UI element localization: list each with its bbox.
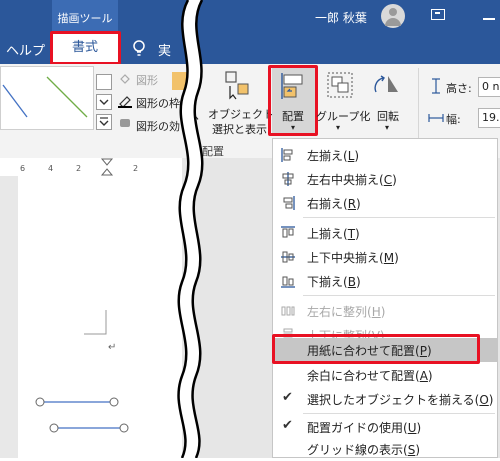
width-input[interactable]: 19. [478, 108, 500, 128]
align-bottom-icon [281, 276, 295, 288]
line-shapes[interactable] [30, 392, 130, 438]
ruler-number: 6 [20, 164, 26, 173]
menu-item-align-top[interactable]: 上揃え(T) [273, 221, 497, 245]
menu-separator [303, 217, 495, 218]
horizontal-ruler[interactable] [0, 158, 182, 177]
height-label: 高さ: [446, 82, 472, 95]
highlight-align-button [268, 65, 318, 136]
align-top-icon [281, 226, 295, 238]
align-right-icon [283, 196, 295, 210]
shape-effects-icon[interactable] [118, 116, 132, 130]
menu-item-align-middle[interactable]: 上下中央揃え(M) [273, 245, 497, 269]
menu-item-align-to-margin[interactable]: 余白に合わせて配置(A) [273, 363, 497, 387]
shape-fill-icon[interactable] [118, 72, 132, 86]
gallery-scroll-down[interactable] [96, 94, 112, 110]
minimize-icon[interactable] [483, 18, 495, 20]
align-middle-icon [281, 251, 295, 263]
menu-separator [303, 413, 495, 414]
menu-item-align-bottom[interactable]: 下揃え(B) [273, 269, 497, 293]
height-input[interactable]: 0 n [478, 77, 500, 97]
ruler-number: 4 [48, 164, 54, 173]
checkmark-icon: ✔ [282, 390, 293, 405]
width-icon [428, 114, 444, 122]
menu-separator [303, 295, 495, 296]
menu-item-align-left[interactable]: 左揃え(L) [273, 143, 497, 167]
paragraph-mark-icon: ↵ [108, 342, 117, 353]
shape-styles-gallery[interactable] [0, 66, 94, 130]
width-label: 幅: [446, 113, 461, 126]
gallery-more[interactable] [96, 114, 112, 130]
align-left-icon [281, 148, 293, 162]
highlight-format-tab [50, 31, 121, 65]
menu-item-distribute-horizontally[interactable]: 左右に整列(H) [273, 299, 497, 323]
menu-item-use-alignment-guides[interactable]: ✔ 配置ガイドの使用(U) [273, 415, 497, 439]
shape-outline-icon[interactable] [118, 94, 132, 108]
highlight-align-to-page [272, 334, 480, 364]
menu-item-align-right[interactable]: 右揃え(R) [273, 191, 497, 215]
selection-pane-icon[interactable] [224, 70, 252, 100]
group-icon[interactable] [325, 70, 355, 100]
page-margin-shade [0, 176, 18, 458]
ruler-number: 2 [133, 164, 139, 173]
align-center-icon [282, 172, 294, 186]
group-dropdown-icon: ▾ [336, 123, 341, 132]
lightbulb-icon[interactable] [132, 40, 146, 58]
ruler-number: 2 [76, 164, 82, 173]
menu-item-view-gridlines[interactable]: グリッド線の表示(S) [273, 437, 497, 461]
menu-item-align-center[interactable]: 左右中央揃え(C) [273, 167, 497, 191]
menu-item-align-selected-objects[interactable]: ✔ 選択したオブジェクトを揃える(O) [273, 387, 497, 411]
line-style-swatches [2, 76, 88, 118]
cut-divider [177, 0, 204, 458]
checkmark-icon: ✔ [282, 418, 293, 433]
rotate-icon[interactable] [372, 70, 402, 100]
group-label[interactable]: グループ化 [316, 108, 370, 124]
ribbon-display-options-icon[interactable] [431, 9, 445, 20]
rotate-dropdown-icon: ▾ [385, 123, 390, 132]
margin-corner-mark [84, 310, 107, 335]
context-tab-title: 描画ツール [57, 12, 113, 25]
user-name[interactable]: 一郎 秋葉 [315, 9, 367, 26]
rotate-label[interactable]: 回転 [377, 108, 399, 124]
avatar-head [389, 8, 397, 16]
selection-pane-label-2[interactable]: 選択と表示 [212, 121, 267, 137]
align-dropdown-menu: 左揃え(L) 左右中央揃え(C) 右揃え(R) 上揃え(T) 上下中央揃え(M)… [272, 138, 498, 458]
tab-help[interactable]: ヘルプ [6, 40, 45, 59]
height-icon [432, 78, 440, 94]
gallery-scroll-up[interactable] [96, 74, 112, 90]
distribute-horizontal-icon [281, 306, 295, 316]
shape-fill-label[interactable]: 図形 [136, 72, 158, 88]
